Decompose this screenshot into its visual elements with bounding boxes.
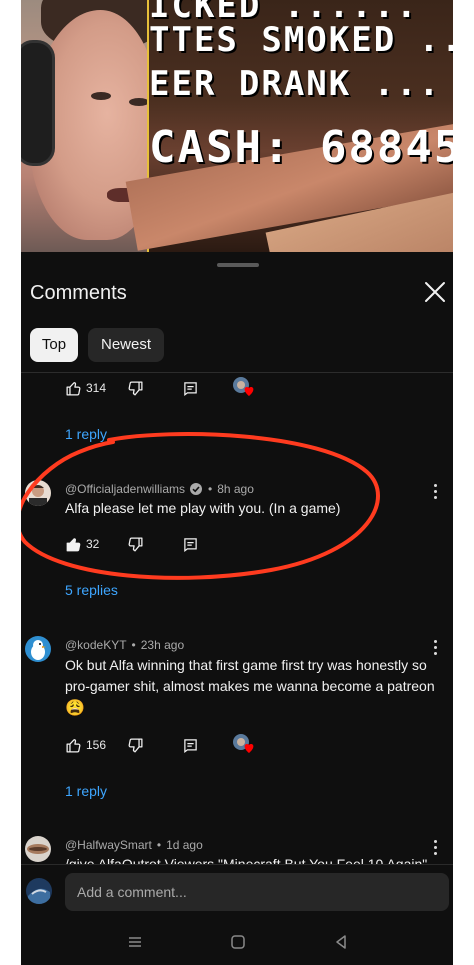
dislike-button[interactable] bbox=[127, 378, 144, 398]
webcam-feed bbox=[21, 0, 147, 252]
add-comment-bar: Add a comment... bbox=[21, 864, 453, 925]
game-footage: ICKED ...... TTES SMOKED .. EER DRANK ..… bbox=[125, 0, 453, 252]
comment-time: 1d ago bbox=[166, 838, 203, 852]
sheet-title: Comments bbox=[30, 282, 127, 304]
more-button[interactable] bbox=[434, 484, 438, 502]
divider bbox=[21, 372, 453, 373]
add-comment-input[interactable]: Add a comment... bbox=[65, 873, 449, 911]
view-replies-link[interactable]: 1 reply bbox=[65, 426, 107, 442]
like-icon bbox=[66, 537, 81, 551]
reply-icon bbox=[184, 381, 197, 396]
filter-newest-chip[interactable]: Newest bbox=[88, 328, 164, 362]
heart-icon bbox=[233, 377, 254, 396]
reply-icon bbox=[184, 537, 197, 552]
reply-icon bbox=[184, 738, 197, 753]
video-player[interactable]: ICKED ...... TTES SMOKED .. EER DRANK ..… bbox=[21, 0, 453, 252]
like-icon bbox=[66, 738, 81, 753]
comment-list[interactable]: 314 1 reply @Officialjadenwilliams • 8h … bbox=[21, 374, 453, 864]
comment-emoji: 😩 bbox=[65, 700, 85, 717]
reply-button[interactable] bbox=[183, 378, 198, 398]
dislike-button[interactable] bbox=[127, 735, 144, 755]
game-text-line: EER DRANK ... bbox=[149, 64, 442, 104]
comment-time: 23h ago bbox=[140, 638, 185, 652]
like-count: 32 bbox=[86, 537, 100, 551]
reply-button[interactable] bbox=[183, 534, 198, 554]
reply-button[interactable] bbox=[183, 735, 198, 755]
verified-icon bbox=[190, 483, 202, 495]
menu-icon bbox=[129, 937, 141, 947]
recent-apps-button[interactable] bbox=[127, 934, 143, 955]
like-count: 314 bbox=[86, 381, 107, 395]
comment-text: /give AlfaOutrot Viewers "Minecraft But … bbox=[65, 856, 428, 864]
view-replies-link[interactable]: 5 replies bbox=[65, 582, 118, 598]
more-button[interactable] bbox=[434, 640, 438, 658]
comment-time: 8h ago bbox=[217, 482, 254, 496]
comment-author[interactable]: @Officialjadenwilliams bbox=[65, 482, 185, 496]
game-cash-text: CASH: 68845 $ bbox=[149, 122, 453, 173]
close-button[interactable] bbox=[421, 278, 449, 306]
comment-text: Alfa please let me play with you. (In a … bbox=[65, 500, 341, 516]
back-button[interactable] bbox=[333, 934, 349, 955]
view-replies-link[interactable]: 1 reply bbox=[65, 783, 107, 799]
like-button[interactable]: 32 bbox=[65, 534, 99, 554]
back-icon bbox=[336, 935, 346, 949]
home-button[interactable] bbox=[230, 934, 246, 955]
avatar[interactable] bbox=[25, 836, 51, 862]
comment-text: Ok but Alfa winning that first game firs… bbox=[65, 657, 435, 694]
more-icon bbox=[434, 840, 437, 843]
more-icon bbox=[434, 484, 437, 487]
more-icon bbox=[434, 640, 437, 643]
game-text-line: TTES SMOKED .. bbox=[149, 20, 453, 60]
like-count: 156 bbox=[86, 738, 107, 752]
like-button[interactable]: 314 bbox=[65, 378, 106, 398]
more-button[interactable] bbox=[434, 840, 438, 858]
drag-handle[interactable] bbox=[217, 263, 259, 267]
my-avatar bbox=[26, 878, 52, 904]
headset bbox=[21, 40, 55, 166]
phone-screen: ICKED ...... TTES SMOKED .. EER DRANK ..… bbox=[21, 0, 453, 965]
dislike-icon bbox=[128, 536, 143, 552]
home-icon bbox=[231, 935, 245, 949]
comment-author[interactable]: @HalfwaySmart bbox=[65, 838, 152, 852]
creator-heart bbox=[232, 733, 254, 755]
dislike-button[interactable] bbox=[127, 534, 144, 554]
dislike-icon bbox=[128, 737, 143, 753]
heart-icon bbox=[233, 734, 254, 753]
comments-sheet: Comments Top Newest 314 1 reply @Officia… bbox=[21, 252, 453, 965]
like-icon bbox=[66, 381, 81, 396]
filter-top-chip[interactable]: Top bbox=[30, 328, 78, 362]
creator-heart bbox=[232, 376, 254, 398]
avatar[interactable] bbox=[25, 480, 51, 506]
comment-author[interactable]: @kodeKYT bbox=[65, 638, 127, 652]
system-nav-bar bbox=[21, 924, 453, 965]
like-button[interactable]: 156 bbox=[65, 735, 106, 755]
close-icon bbox=[425, 282, 445, 302]
avatar[interactable] bbox=[25, 636, 51, 662]
dislike-icon bbox=[128, 380, 143, 396]
